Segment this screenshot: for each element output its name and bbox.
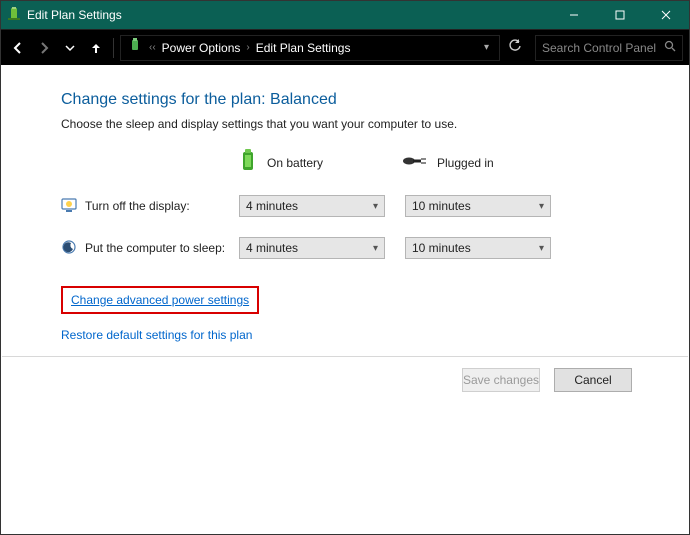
display-battery-select[interactable]: 4 minutes ▾ (239, 195, 385, 217)
address-dropdown-icon[interactable]: ▾ (480, 42, 493, 53)
footer-bar: Save changes Cancel (2, 356, 688, 402)
save-label: Save changes (463, 373, 539, 387)
back-button[interactable] (7, 37, 29, 59)
search-input[interactable]: Search Control Panel (535, 35, 683, 61)
sleep-plugged-value: 10 minutes (412, 241, 471, 255)
link-advanced-settings[interactable]: Change advanced power settings (71, 293, 249, 307)
row-sleep-label: Put the computer to sleep: (85, 241, 225, 255)
display-plugged-value: 10 minutes (412, 199, 471, 213)
chevron-down-icon: ▾ (539, 243, 544, 254)
chevron-down-icon: ▾ (373, 243, 378, 254)
nav-bar: ‹‹ Power Options › Edit Plan Settings ▾ … (1, 29, 689, 65)
row-display-label: Turn off the display: (85, 199, 190, 213)
chevron-right-icon: › (246, 42, 249, 53)
battery-icon (239, 149, 257, 176)
save-button: Save changes (462, 368, 540, 392)
plug-icon (401, 154, 427, 171)
maximize-button[interactable] (597, 1, 643, 29)
column-headers: On battery Plugged in (61, 149, 689, 176)
page-heading: Change settings for the plan: Balanced (61, 91, 689, 109)
chevron-down-icon: ▾ (539, 201, 544, 212)
sleep-plugged-select[interactable]: 10 minutes ▾ (405, 237, 551, 259)
sleep-battery-value: 4 minutes (246, 241, 298, 255)
breadcrumb-edit-plan[interactable]: Edit Plan Settings (256, 41, 351, 55)
search-placeholder: Search Control Panel (542, 41, 656, 55)
cancel-label: Cancel (574, 373, 611, 387)
chevron-left-icon: ‹‹ (149, 42, 156, 53)
sleep-battery-select[interactable]: 4 minutes ▾ (239, 237, 385, 259)
plugged-in-label: Plugged in (437, 156, 494, 170)
display-plugged-select[interactable]: 10 minutes ▾ (405, 195, 551, 217)
title-bar: Edit Plan Settings (1, 1, 689, 29)
control-panel-icon (127, 38, 143, 57)
window-title: Edit Plan Settings (27, 8, 122, 22)
up-button[interactable] (85, 37, 107, 59)
on-battery-label: On battery (267, 156, 323, 170)
page-subtext: Choose the sleep and display settings th… (61, 117, 689, 131)
cancel-button[interactable]: Cancel (554, 368, 632, 392)
highlight-box: Change advanced power settings (61, 286, 259, 314)
app-icon (7, 7, 21, 24)
refresh-button[interactable] (504, 39, 526, 56)
minimize-button[interactable] (551, 1, 597, 29)
breadcrumb-power-options[interactable]: Power Options (162, 41, 241, 55)
search-icon (664, 40, 676, 55)
recent-locations-button[interactable] (59, 37, 81, 59)
forward-button[interactable] (33, 37, 55, 59)
row-sleep: Put the computer to sleep: 4 minutes ▾ 1… (61, 234, 689, 262)
close-button[interactable] (643, 1, 689, 29)
sleep-icon (61, 239, 77, 258)
link-restore-defaults[interactable]: Restore default settings for this plan (61, 328, 252, 342)
row-turn-off-display: Turn off the display: 4 minutes ▾ 10 min… (61, 192, 689, 220)
display-battery-value: 4 minutes (246, 199, 298, 213)
address-bar[interactable]: ‹‹ Power Options › Edit Plan Settings ▾ (120, 35, 500, 61)
display-icon (61, 197, 77, 216)
chevron-down-icon: ▾ (373, 201, 378, 212)
content-area: Change settings for the plan: Balanced C… (1, 65, 689, 342)
